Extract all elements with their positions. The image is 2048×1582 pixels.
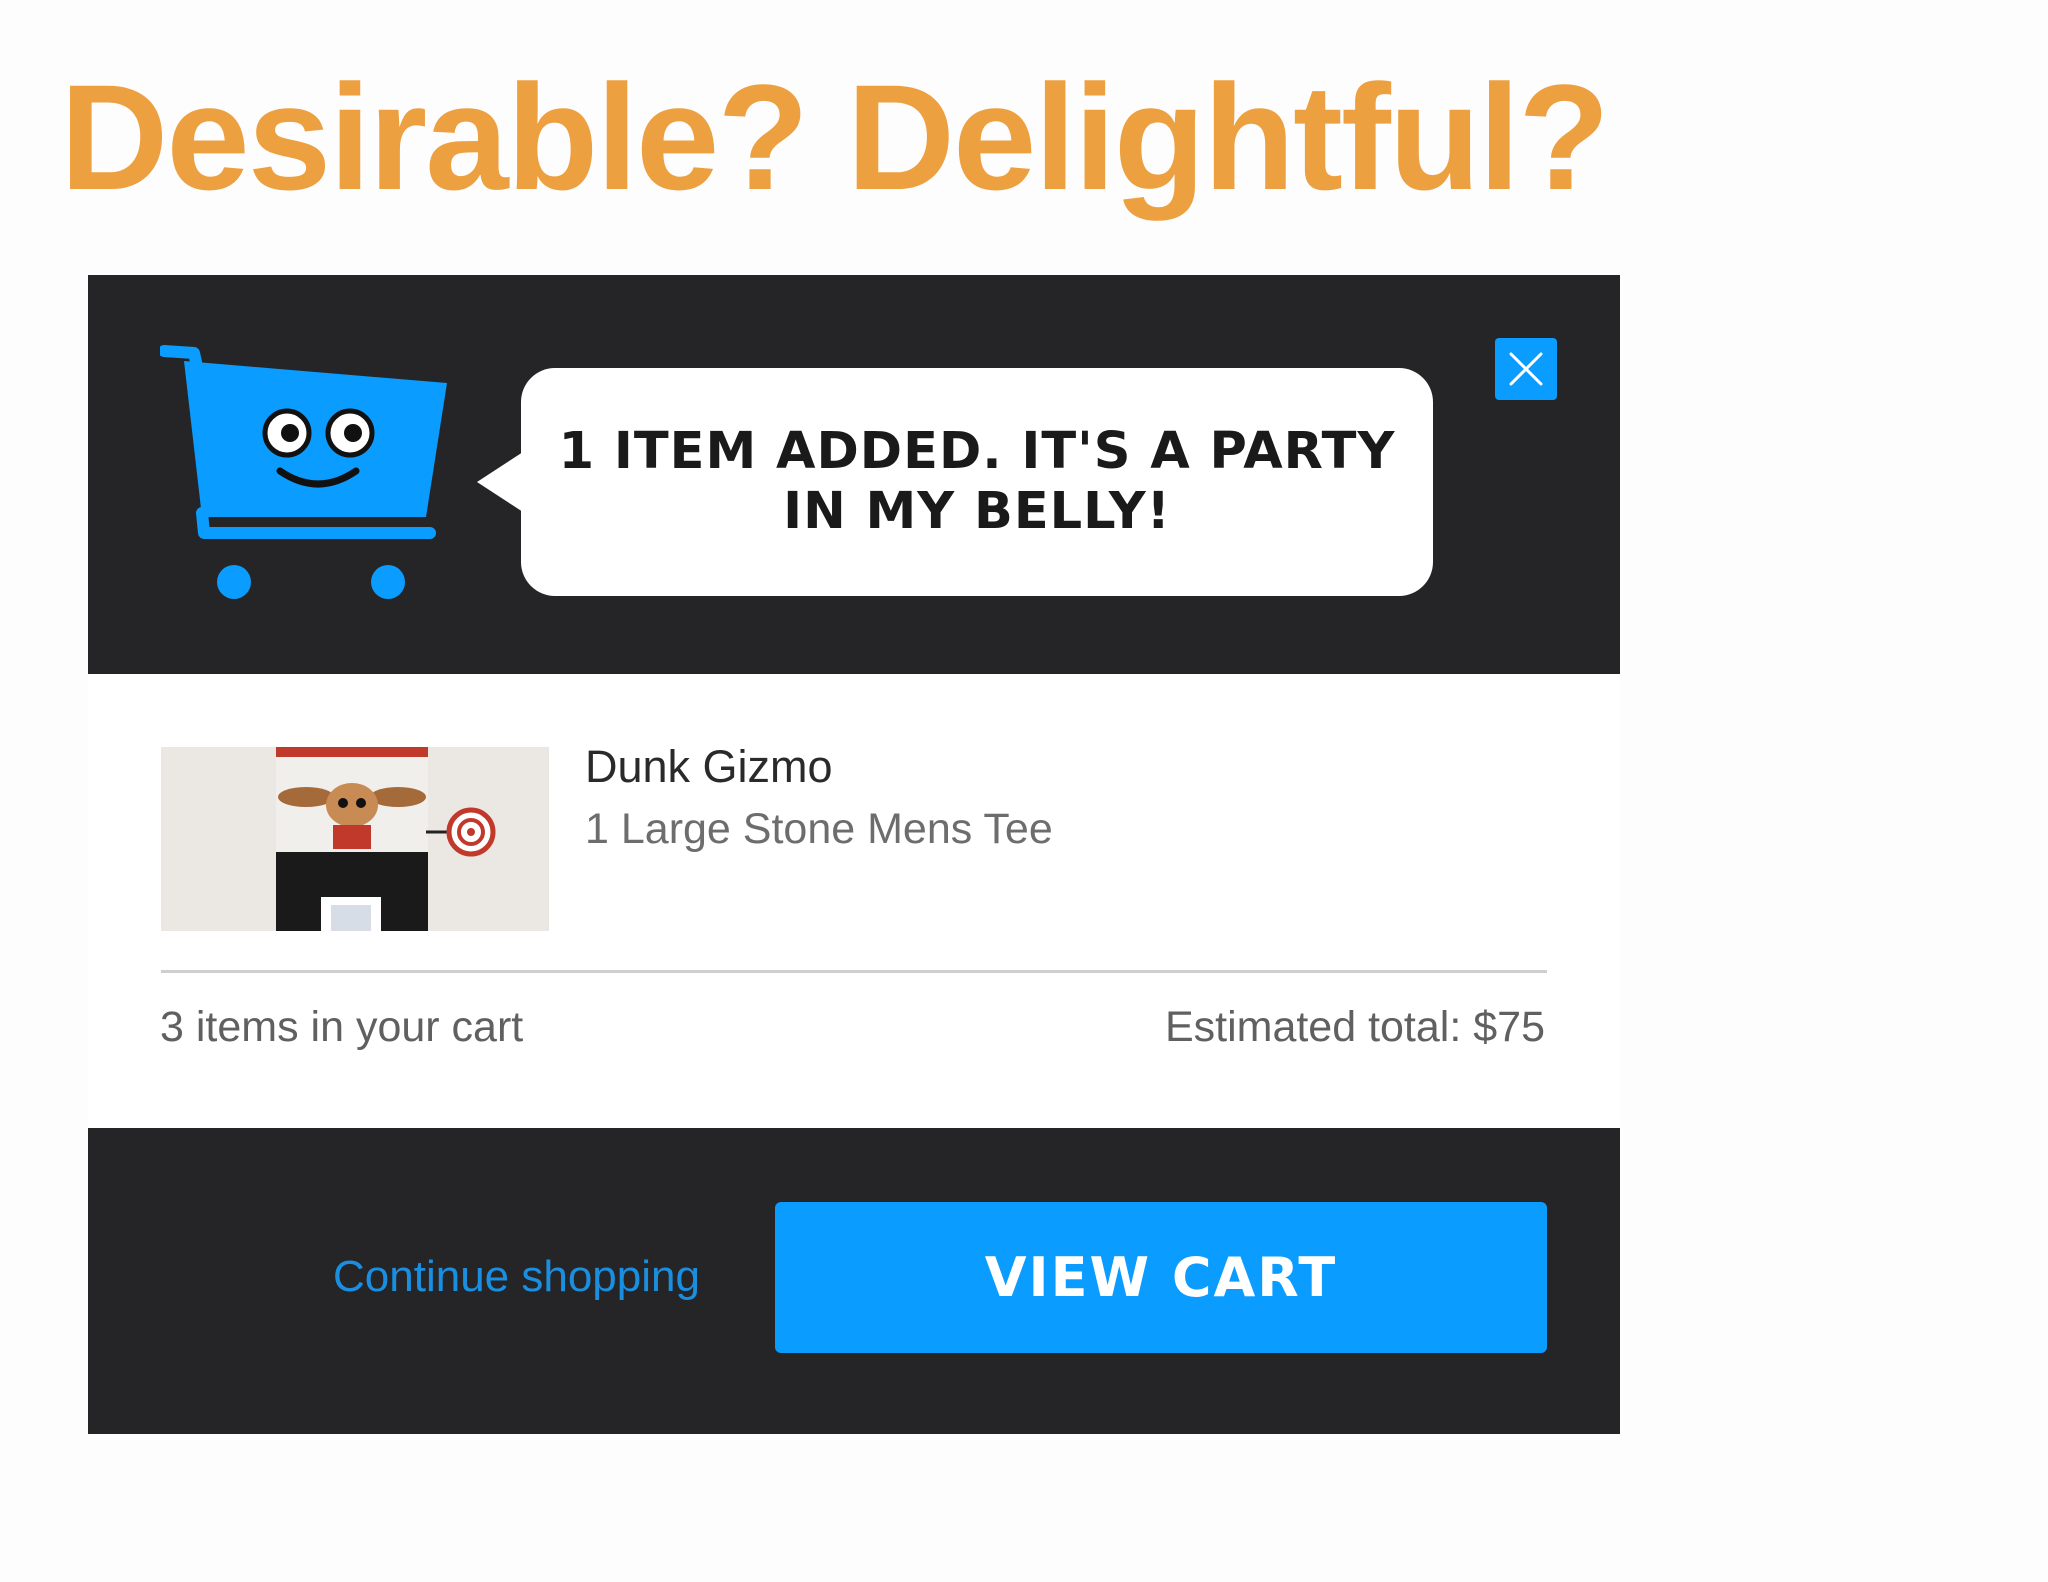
cart-item-count: 3 items in your cart	[160, 1003, 524, 1051]
product-thumbnail	[161, 747, 549, 931]
item-variant: 1 Large Stone Mens Tee	[585, 805, 1053, 853]
item-name: Dunk Gizmo	[585, 741, 833, 792]
added-message: 1 ITEM ADDED. IT'S A PARTY IN MY BELLY!	[558, 422, 1396, 541]
speech-bubble: 1 ITEM ADDED. IT'S A PARTY IN MY BELLY!	[477, 368, 1433, 596]
continue-shopping-link[interactable]: Continue shopping	[333, 1252, 700, 1302]
modal-header: 1 ITEM ADDED. IT'S A PARTY IN MY BELLY!	[88, 275, 1620, 674]
added-to-cart-modal: 1 ITEM ADDED. IT'S A PARTY IN MY BELLY!	[88, 275, 1620, 1434]
estimated-total: Estimated total: $75	[1164, 1003, 1545, 1051]
close-icon	[1509, 352, 1543, 386]
view-cart-button[interactable]: VIEW CART	[775, 1202, 1547, 1353]
page: Desirable? Delightful? 1 ITEM ADDED. IT'…	[0, 0, 2048, 1582]
close-button[interactable]	[1495, 338, 1557, 400]
page-headline: Desirable? Delightful?	[60, 53, 1610, 221]
smiling-shopping-cart-icon	[160, 345, 447, 599]
modal-footer: Continue shopping VIEW CART	[88, 1128, 1620, 1434]
divider	[161, 970, 1547, 973]
gizmo-tee-image	[161, 747, 549, 931]
